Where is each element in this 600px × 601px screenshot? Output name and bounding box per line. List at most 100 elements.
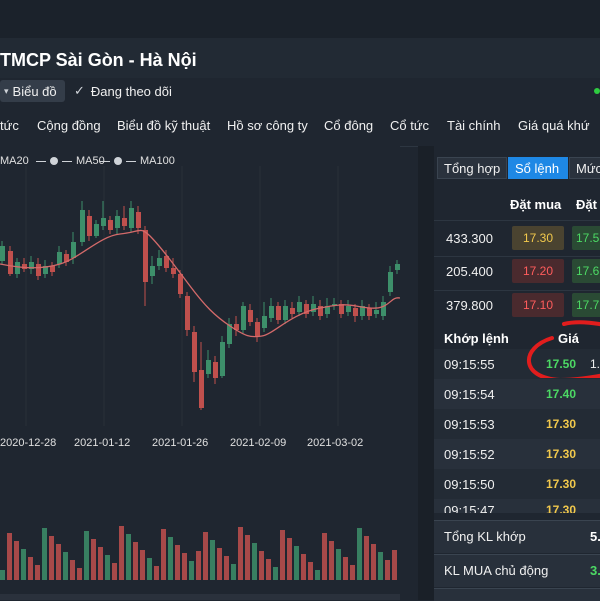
candle-body <box>36 264 41 276</box>
orderbook-ask-price: 17.5 <box>572 226 600 250</box>
volume-bar <box>35 565 40 580</box>
red-annotation <box>526 320 600 378</box>
volume-bar <box>231 564 236 580</box>
chart-scroll-bar[interactable] <box>0 594 400 600</box>
x-tick-label: 2021-03-02 <box>307 437 364 449</box>
candle-body <box>381 302 386 316</box>
volume-bar <box>217 548 222 580</box>
candle-body <box>199 370 204 408</box>
candle-body <box>367 308 372 316</box>
candle-body <box>108 220 113 230</box>
nav-item-company-profile[interactable]: Hồ sơ công ty <box>227 118 308 133</box>
candle-body <box>143 230 148 282</box>
candle-body <box>283 306 288 320</box>
candle-body <box>157 258 162 266</box>
chart-button[interactable]: ▾ Biểu đồ <box>0 80 65 102</box>
matched-price: 17.40 <box>546 387 577 401</box>
candle-body <box>255 322 260 336</box>
volume-bar <box>175 545 180 580</box>
tab-summary[interactable]: Tổng hợp <box>437 157 507 179</box>
price-chart[interactable] <box>0 146 400 600</box>
x-tick-label: 2021-01-12 <box>74 437 131 449</box>
volume-bar <box>245 535 250 580</box>
candle-body <box>122 218 127 226</box>
orderbook-price: 17.10 <box>512 293 564 317</box>
volume-bar <box>189 561 194 580</box>
candle-body <box>50 266 55 272</box>
volume-bar <box>42 528 47 580</box>
candle-body <box>171 268 176 274</box>
volume-bar <box>112 563 117 580</box>
volume-bar <box>63 552 68 580</box>
volume-bar <box>301 554 306 580</box>
matched-time: 09:15:53 <box>444 417 495 432</box>
chart-button-label: Biểu đồ <box>12 83 57 99</box>
volume-bar <box>0 570 5 580</box>
caret-icon: ▾ <box>4 85 9 96</box>
nav-bar: tức Cộng đồng Biểu đồ kỹ thuật Hồ sơ côn… <box>0 108 600 147</box>
candle-body <box>311 304 316 312</box>
nav-item-technical-chart[interactable]: Biểu đồ kỹ thuật <box>117 118 210 133</box>
volume-bar <box>294 546 299 580</box>
follow-button[interactable]: ✓ Đang theo dõi <box>74 80 172 102</box>
nav-item-price-history[interactable]: Giá quá khứ <box>518 118 590 133</box>
candle-body <box>213 362 218 378</box>
volume-bar <box>315 570 320 580</box>
nav-item-financials[interactable]: Tài chính <box>447 118 500 133</box>
tab-levels[interactable]: Mức <box>569 157 600 179</box>
volume-bar <box>49 536 54 580</box>
volume-bar <box>161 529 166 580</box>
volume-bar <box>182 553 187 580</box>
volume-bar <box>329 541 334 580</box>
volume-bar <box>357 528 362 580</box>
matched-time: 09:15:47 <box>444 503 495 513</box>
volume-bar <box>140 550 145 580</box>
summary-row <box>434 588 600 601</box>
candle-body <box>374 310 379 314</box>
matched-price: 17.30 <box>546 447 577 461</box>
summary-label: KL MUA chủ động <box>444 563 549 578</box>
candle-body <box>8 251 13 274</box>
candle-body <box>220 342 225 376</box>
nav-item-news[interactable]: tức <box>0 118 19 133</box>
volume-bar <box>196 551 201 580</box>
orderbook-sell-header: Đặt <box>576 197 597 212</box>
volume-bar <box>21 549 26 580</box>
candle-body <box>129 208 134 228</box>
matched-time: 09:15:54 <box>444 387 495 402</box>
volume-bar <box>322 533 327 580</box>
volume-bar <box>350 565 355 580</box>
price-grid <box>25 166 339 426</box>
matched-price: 17.30 <box>546 477 577 491</box>
candle-body <box>115 216 120 228</box>
candle-body <box>192 332 197 372</box>
summary-value: 3. <box>590 563 600 578</box>
nav-item-dividends[interactable]: Cổ tức <box>390 118 429 133</box>
candle-body <box>71 242 76 258</box>
volume-bar <box>28 557 33 580</box>
x-tick-label: 2021-01-26 <box>152 437 209 449</box>
candle-body <box>15 262 20 274</box>
volume-bar <box>273 567 278 580</box>
candle-body <box>185 296 190 330</box>
volume-bar <box>168 537 173 580</box>
orderbook-ask-price: 17.6 <box>572 259 600 283</box>
orderbook-volume: 379.800 <box>446 298 493 313</box>
volume-bar <box>336 549 341 580</box>
volume-bar <box>77 568 82 580</box>
candle-body <box>101 218 106 226</box>
candle-body <box>136 212 141 228</box>
volume-bar <box>203 532 208 580</box>
nav-item-community[interactable]: Cộng đồng <box>37 118 101 133</box>
volume-bar <box>84 531 89 580</box>
summary-label: Tổng KL khớp <box>444 529 526 544</box>
nav-item-shareholders[interactable]: Cổ đông <box>324 118 373 133</box>
candle-body <box>57 252 62 264</box>
volume-bar <box>98 547 103 580</box>
volume-bar <box>308 562 313 580</box>
volume-bar <box>7 533 12 580</box>
volume-bar <box>91 539 96 580</box>
volume-bar <box>133 542 138 580</box>
tab-orderbook[interactable]: Sổ lệnh <box>508 157 568 179</box>
volume-bar <box>147 558 152 580</box>
